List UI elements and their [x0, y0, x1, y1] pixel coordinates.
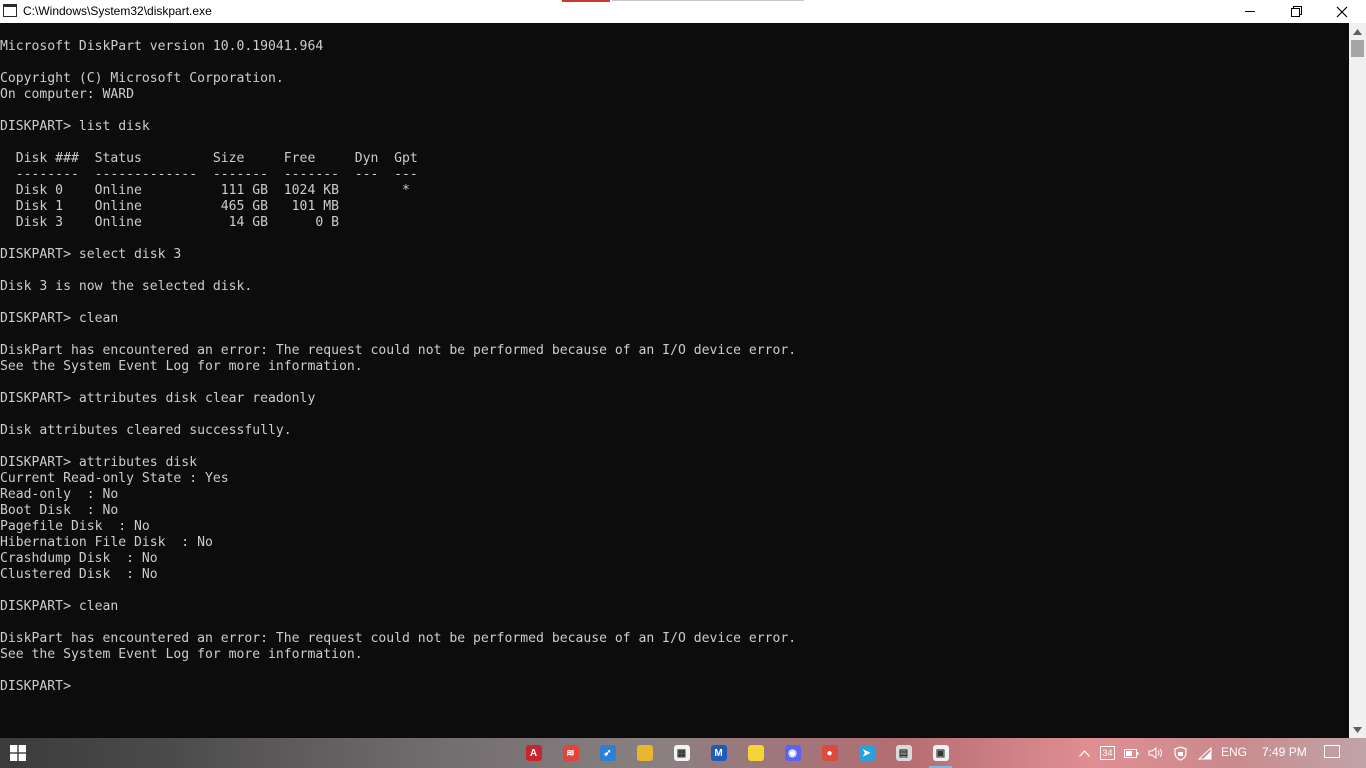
taskbar-chrome-button[interactable]: ● — [811, 738, 848, 768]
title-accent-line — [612, 0, 804, 1]
taskbar-autocad-button[interactable]: A — [515, 738, 552, 768]
console-line: Read-only : No — [0, 487, 119, 502]
vertical-scrollbar[interactable] — [1349, 23, 1366, 738]
anydesk-icon: ≋ — [562, 745, 579, 761]
show-hidden-icons-button[interactable] — [1076, 738, 1092, 768]
taskbar-printer-button[interactable]: ▤ — [885, 738, 922, 768]
console-line: Disk 3 is now the selected disk. — [0, 279, 253, 294]
console-line: DISKPART> attributes disk — [0, 455, 198, 470]
close-icon — [1336, 6, 1348, 17]
taskbar-anydesk-button[interactable]: ≋ — [552, 738, 589, 768]
taskbar-discord-button[interactable]: ◉ — [774, 738, 811, 768]
windows-logo-icon — [10, 745, 26, 761]
taskbar-file-explorer-button[interactable] — [626, 738, 663, 768]
discord-icon: ◉ — [784, 745, 801, 761]
taskbar-microsoft-store-button[interactable]: ▦ — [663, 738, 700, 768]
console-line: Current Read-only State : Yes — [0, 471, 229, 486]
console-line: DiskPart has encountered an error: The r… — [0, 343, 797, 358]
close-button[interactable] — [1319, 0, 1365, 23]
console-line: DISKPART> clean — [0, 311, 119, 326]
security-shield-icon[interactable] — [1171, 738, 1189, 768]
minimize-button[interactable] — [1227, 0, 1273, 23]
shield-icon — [1173, 745, 1187, 761]
notifications-icon[interactable] — [1324, 745, 1340, 758]
file-explorer-icon — [636, 745, 653, 761]
wifi-signal-icon — [1197, 746, 1212, 759]
console-line: See the System Event Log for more inform… — [0, 359, 363, 374]
rocket-app-icon: ➶ — [599, 745, 616, 761]
console-line: Disk ### Status Size Free Dyn Gpt — [0, 151, 418, 166]
taskbar-telegram-button[interactable]: ➤ — [848, 738, 885, 768]
chevron-up-icon — [1078, 749, 1090, 757]
chrome-icon: ● — [821, 745, 838, 761]
console-line: DISKPART> list disk — [0, 119, 150, 134]
console-line: Copyright (C) Microsoft Corporation. — [0, 71, 284, 86]
printer-icon: ▤ — [895, 745, 912, 761]
tray-badge-label: 34 — [1100, 746, 1115, 760]
console-line: Disk attributes cleared successfully. — [0, 423, 292, 438]
malwarebytes-icon: M — [710, 745, 727, 761]
wifi-icon[interactable] — [1196, 738, 1214, 768]
console-line: Hibernation File Disk : No — [0, 535, 213, 550]
volume-icon[interactable] — [1147, 738, 1165, 768]
battery-icon[interactable] — [1123, 738, 1140, 768]
console-line: DISKPART> clean — [0, 599, 119, 614]
console-line: -------- ------------- ------- ------- -… — [0, 167, 418, 182]
battery-glyph-icon — [1124, 748, 1139, 758]
console-line: Boot Disk : No — [0, 503, 119, 518]
console-line: Pagefile Disk : No — [0, 519, 150, 534]
console-app-icon — [3, 4, 17, 17]
clock[interactable]: 7:49 PM — [1262, 745, 1307, 759]
microsoft-store-icon: ▦ — [673, 745, 690, 761]
taskbar-malwarebytes-button[interactable]: M — [700, 738, 737, 768]
telegram-icon: ➤ — [858, 745, 875, 761]
chevron-up-icon — [1353, 28, 1362, 35]
console-line: DISKPART> — [0, 679, 79, 694]
command-prompt-icon: ▣ — [932, 745, 949, 761]
console-line: Crashdump Disk : No — [0, 551, 158, 566]
taskbar-sticky-notes-button[interactable] — [737, 738, 774, 768]
console-line: On computer: WARD — [0, 87, 135, 102]
speaker-icon — [1148, 747, 1162, 759]
taskbar-command-prompt-button[interactable]: ▣ — [922, 738, 959, 768]
language-indicator[interactable]: ENG — [1221, 745, 1247, 759]
minimize-icon — [1245, 11, 1255, 12]
scroll-up-button[interactable] — [1349, 23, 1366, 40]
chevron-down-icon — [1353, 726, 1362, 733]
sticky-notes-icon — [747, 745, 764, 761]
start-button[interactable] — [0, 738, 36, 768]
console-line: Clustered Disk : No — [0, 567, 158, 582]
window-title: C:\Windows\System32\diskpart.exe — [23, 4, 212, 18]
console-line: DiskPart has encountered an error: The r… — [0, 631, 797, 646]
console-line: DISKPART> attributes disk clear readonly — [0, 391, 316, 406]
restore-button[interactable] — [1273, 0, 1319, 23]
console-line: Disk 3 Online 14 GB 0 B — [0, 215, 339, 230]
console-line: See the System Event Log for more inform… — [0, 647, 363, 662]
autocad-icon: A — [525, 745, 542, 761]
restore-icon — [1290, 6, 1302, 17]
tray-badge-icon[interactable]: 34 — [1099, 738, 1116, 768]
taskbar: A ≋ ➶ ▦ M ◉ ● ➤ ▤ ▣ 34 ENG 7:49 PM — [0, 738, 1366, 768]
taskbar-rocket-app-button[interactable]: ➶ — [589, 738, 626, 768]
console-line: Disk 0 Online 111 GB 1024 KB * — [0, 183, 410, 198]
title-accent — [562, 0, 610, 2]
console-line: DISKPART> select disk 3 — [0, 247, 182, 262]
title-bar: C:\Windows\System32\diskpart.exe — [0, 0, 1366, 23]
console-output[interactable]: Microsoft DiskPart version 10.0.19041.96… — [0, 23, 1349, 738]
console-line: Microsoft DiskPart version 10.0.19041.96… — [0, 39, 324, 54]
console-line: Disk 1 Online 465 GB 101 MB — [0, 199, 339, 214]
scroll-down-button[interactable] — [1349, 721, 1366, 738]
scrollbar-thumb[interactable] — [1351, 40, 1364, 57]
